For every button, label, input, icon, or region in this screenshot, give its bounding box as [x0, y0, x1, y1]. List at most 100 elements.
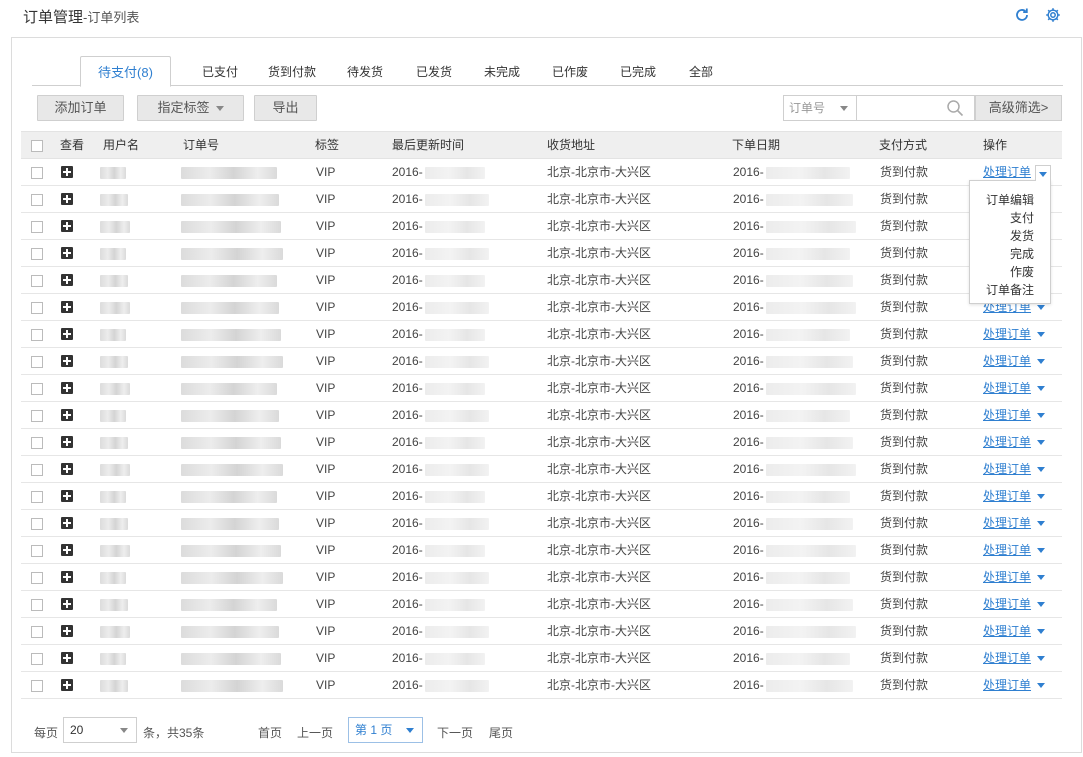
tab-completed[interactable]: 已完成 — [618, 56, 658, 86]
add-order-button[interactable]: 添加订单 — [37, 95, 124, 121]
row-checkbox[interactable] — [31, 626, 43, 638]
menu-item-ship[interactable]: 发货 — [1010, 227, 1034, 245]
export-button[interactable]: 导出 — [254, 95, 317, 121]
page-select[interactable]: 第 1 页 — [348, 717, 423, 743]
refresh-icon[interactable] — [1014, 7, 1030, 23]
tab-to-ship[interactable]: 待发货 — [345, 56, 385, 86]
process-order-link[interactable]: 处理订单 — [983, 483, 1031, 510]
prev-page-link[interactable]: 上一页 — [297, 724, 333, 741]
chevron-down-icon[interactable] — [1037, 467, 1045, 472]
expand-icon[interactable] — [61, 409, 73, 421]
tab-voided[interactable]: 已作废 — [550, 56, 590, 86]
row-checkbox[interactable] — [31, 383, 43, 395]
assign-tag-button[interactable]: 指定标签 — [137, 95, 244, 121]
process-order-link[interactable]: 处理订单 — [983, 321, 1031, 348]
tab-shipped[interactable]: 已发货 — [414, 56, 454, 86]
row-checkbox[interactable] — [31, 491, 43, 503]
expand-icon[interactable] — [61, 436, 73, 448]
process-order-link[interactable]: 处理订单 — [983, 429, 1031, 456]
row-checkbox[interactable] — [31, 302, 43, 314]
process-order-link[interactable]: 处理订单 — [983, 618, 1031, 645]
chevron-down-icon[interactable] — [1037, 494, 1045, 499]
search-field-select[interactable]: 订单号 — [783, 95, 857, 121]
row-checkbox[interactable] — [31, 572, 43, 584]
chevron-down-icon[interactable] — [1037, 629, 1045, 634]
expand-icon[interactable] — [61, 301, 73, 313]
chevron-down-icon[interactable] — [1037, 413, 1045, 418]
chevron-down-icon[interactable] — [1037, 521, 1045, 526]
expand-icon[interactable] — [61, 544, 73, 556]
action-menu-toggle[interactable] — [1035, 165, 1051, 181]
process-order-link[interactable]: 处理订单 — [983, 402, 1031, 429]
menu-item-edit-order[interactable]: 订单编辑 — [986, 191, 1034, 209]
process-order-link[interactable]: 处理订单 — [983, 510, 1031, 537]
expand-icon[interactable] — [61, 490, 73, 502]
process-order-link[interactable]: 处理订单 — [983, 537, 1031, 564]
next-page-link[interactable]: 下一页 — [437, 724, 473, 741]
process-order-link[interactable]: 处理订单 — [983, 591, 1031, 618]
chevron-down-icon[interactable] — [1037, 386, 1045, 391]
row-checkbox[interactable] — [31, 518, 43, 530]
row-checkbox[interactable] — [31, 680, 43, 692]
chevron-down-icon[interactable] — [1037, 332, 1045, 337]
process-order-link[interactable]: 处理订单 — [983, 456, 1031, 483]
expand-icon[interactable] — [61, 382, 73, 394]
expand-icon[interactable] — [61, 598, 73, 610]
expand-icon[interactable] — [61, 193, 73, 205]
first-page-link[interactable]: 首页 — [258, 724, 282, 741]
expand-icon[interactable] — [61, 166, 73, 178]
expand-icon[interactable] — [61, 517, 73, 529]
per-page-select[interactable]: 20 — [63, 717, 137, 743]
search-icon[interactable] — [946, 99, 964, 117]
expand-icon[interactable] — [61, 355, 73, 367]
chevron-down-icon[interactable] — [1037, 548, 1045, 553]
chevron-down-icon[interactable] — [1037, 359, 1045, 364]
chevron-down-icon[interactable] — [1037, 440, 1045, 445]
row-checkbox[interactable] — [31, 410, 43, 422]
expand-icon[interactable] — [61, 571, 73, 583]
chevron-down-icon[interactable] — [1037, 305, 1045, 310]
process-order-link[interactable]: 处理订单 — [983, 375, 1031, 402]
expand-icon[interactable] — [61, 625, 73, 637]
chevron-down-icon[interactable] — [1037, 575, 1045, 580]
expand-icon[interactable] — [61, 274, 73, 286]
row-checkbox[interactable] — [31, 248, 43, 260]
row-checkbox[interactable] — [31, 437, 43, 449]
row-checkbox[interactable] — [31, 275, 43, 287]
row-checkbox[interactable] — [31, 329, 43, 341]
select-all-checkbox[interactable] — [31, 140, 43, 152]
advanced-filter-button[interactable]: 高级筛选> — [975, 95, 1062, 121]
menu-item-complete[interactable]: 完成 — [1010, 245, 1034, 263]
row-checkbox[interactable] — [31, 194, 43, 206]
last-page-link[interactable]: 尾页 — [489, 724, 513, 741]
tab-pending-payment[interactable]: 待支付(8) — [80, 56, 171, 87]
tab-all[interactable]: 全部 — [686, 56, 716, 86]
row-checkbox[interactable] — [31, 464, 43, 476]
row-checkbox[interactable] — [31, 167, 43, 179]
tab-incomplete[interactable]: 未完成 — [482, 56, 522, 86]
tab-cod[interactable]: 货到付款 — [266, 56, 318, 86]
row-checkbox[interactable] — [31, 653, 43, 665]
chevron-down-icon[interactable] — [1037, 602, 1045, 607]
process-order-link[interactable]: 处理订单 — [983, 564, 1031, 591]
tab-paid[interactable]: 已支付 — [200, 56, 240, 86]
expand-icon[interactable] — [61, 328, 73, 340]
row-checkbox[interactable] — [31, 599, 43, 611]
expand-icon[interactable] — [61, 247, 73, 259]
gear-icon[interactable] — [1045, 7, 1061, 23]
row-checkbox[interactable] — [31, 545, 43, 557]
chevron-down-icon[interactable] — [1037, 683, 1045, 688]
row-checkbox[interactable] — [31, 221, 43, 233]
menu-item-pay[interactable]: 支付 — [1010, 209, 1034, 227]
row-checkbox[interactable] — [31, 356, 43, 368]
expand-icon[interactable] — [61, 220, 73, 232]
expand-icon[interactable] — [61, 679, 73, 691]
expand-icon[interactable] — [61, 652, 73, 664]
menu-item-order-note[interactable]: 订单备注 — [986, 281, 1034, 299]
process-order-link[interactable]: 处理订单 — [983, 672, 1031, 699]
expand-icon[interactable] — [61, 463, 73, 475]
menu-item-void[interactable]: 作废 — [1010, 263, 1034, 281]
process-order-link[interactable]: 处理订单 — [983, 645, 1031, 672]
chevron-down-icon[interactable] — [1037, 656, 1045, 661]
process-order-link[interactable]: 处理订单 — [983, 348, 1031, 375]
